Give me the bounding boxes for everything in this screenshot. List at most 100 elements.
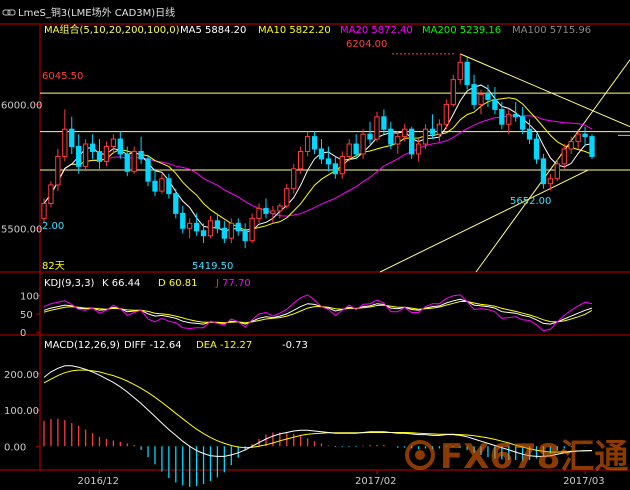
candle — [242, 223, 248, 249]
candle-body — [513, 113, 519, 118]
candle-body — [152, 180, 158, 192]
candle-body — [492, 98, 498, 110]
candle — [381, 109, 387, 135]
candle — [318, 139, 325, 164]
candle — [415, 139, 422, 162]
candle — [374, 111, 380, 142]
candle-body — [145, 158, 151, 182]
kdj-k-legend: K 66.44 — [102, 278, 140, 289]
candle-body — [263, 207, 269, 214]
candle-body — [187, 222, 193, 229]
candle-body — [339, 155, 345, 175]
candle-body — [76, 146, 82, 167]
candle — [117, 131, 123, 159]
candle-body — [249, 217, 255, 242]
candle — [145, 156, 151, 187]
candle — [249, 213, 255, 244]
candle — [325, 146, 332, 172]
ma20-legend: MA20 5872.40 — [340, 25, 413, 36]
candle-body — [291, 168, 297, 190]
candle — [457, 53, 463, 85]
candle-body — [173, 193, 179, 214]
candle — [82, 139, 89, 172]
watermark: FX678汇通网 — [405, 437, 630, 477]
kdj-j-legend: J 77.70 — [215, 278, 251, 289]
ma10-legend: MA10 5822.20 — [258, 25, 331, 36]
candle-body — [457, 61, 463, 81]
candle-body — [332, 163, 338, 175]
price-tick-label: 6000.00 — [1, 100, 42, 111]
left-edge-annotation: 2.00 — [42, 221, 64, 232]
candle-body — [235, 222, 241, 232]
candle — [436, 119, 443, 142]
candle — [519, 106, 526, 135]
candle — [291, 163, 297, 194]
kdj-tick-label: 50 — [20, 310, 33, 321]
candle-body — [277, 205, 283, 212]
candle-body — [547, 178, 554, 185]
candle-body — [304, 136, 311, 152]
candle-body — [408, 128, 415, 155]
kdj-tick-label: 100 — [20, 292, 39, 303]
candle-body — [166, 178, 172, 195]
ma5-legend: MA5 5884.20 — [180, 25, 246, 36]
candle — [62, 109, 68, 162]
candlestick-panel — [40, 53, 630, 273]
candle-body — [242, 230, 248, 242]
price-tick-label: 5500.00 — [1, 224, 42, 235]
candle-body — [485, 94, 491, 100]
candle-body — [415, 143, 422, 155]
candle — [55, 149, 61, 192]
macd-value-legend: -0.73 — [282, 340, 308, 351]
candle-body — [221, 227, 228, 239]
candle — [499, 101, 505, 130]
candle — [450, 74, 456, 107]
candle-body — [256, 207, 262, 219]
candle-body — [207, 220, 214, 237]
candle-body — [284, 188, 290, 207]
candle — [89, 134, 96, 159]
candle — [221, 220, 228, 244]
candle — [96, 139, 103, 169]
candle-body — [124, 153, 130, 172]
candle — [311, 131, 318, 154]
date-tick-label: 2016/12 — [77, 476, 119, 487]
candle — [214, 213, 221, 234]
title-bar: LmeS_铜3(LME场外 CAD3M)日线 — [2, 6, 175, 19]
candle-body — [180, 212, 186, 229]
candle-body — [62, 128, 68, 157]
macd-legend: MACD(12,26,9) DIFF -12.64 DEA -12.27 -0.… — [44, 340, 308, 351]
kdj-legend: KDJ(9,3,3) K 66.44 D 60.81 J 77.70 — [44, 278, 251, 289]
level-annotation: 6045.50 — [42, 71, 83, 82]
chart-title: LmeS_铜3(LME场外 CAD3M)日线 — [18, 6, 175, 19]
candle-body — [471, 84, 477, 105]
kdj-d-legend: D 60.81 — [158, 278, 198, 289]
candle — [76, 134, 82, 174]
candle-body — [298, 150, 304, 170]
candle-body — [318, 148, 325, 160]
macd-tick-label: 200.00 — [4, 370, 39, 381]
candle-body — [436, 123, 443, 135]
candle — [589, 134, 595, 159]
candle-body — [228, 222, 234, 239]
candle-body — [388, 128, 394, 145]
candle — [533, 134, 540, 164]
candle-body — [568, 141, 574, 150]
chart-stage: LmeS_铜3(LME场外 CAD3M)日线 MA组合(5,10,20,200,… — [0, 6, 630, 487]
candle — [256, 203, 262, 224]
candle-body — [540, 158, 547, 185]
candle-body — [55, 155, 61, 186]
candle-body — [82, 143, 89, 167]
candle — [270, 205, 276, 224]
candle-body — [554, 163, 560, 180]
candle — [69, 116, 75, 154]
ma100-legend: MA100 5715.96 — [512, 25, 591, 36]
candle — [48, 181, 54, 208]
candle — [207, 215, 214, 239]
candle-body — [582, 133, 588, 138]
candle — [492, 87, 498, 115]
candle — [540, 153, 547, 189]
candle-body — [89, 143, 96, 152]
candle-body — [443, 103, 449, 125]
date-tick-label: 2017/03 — [563, 476, 605, 487]
